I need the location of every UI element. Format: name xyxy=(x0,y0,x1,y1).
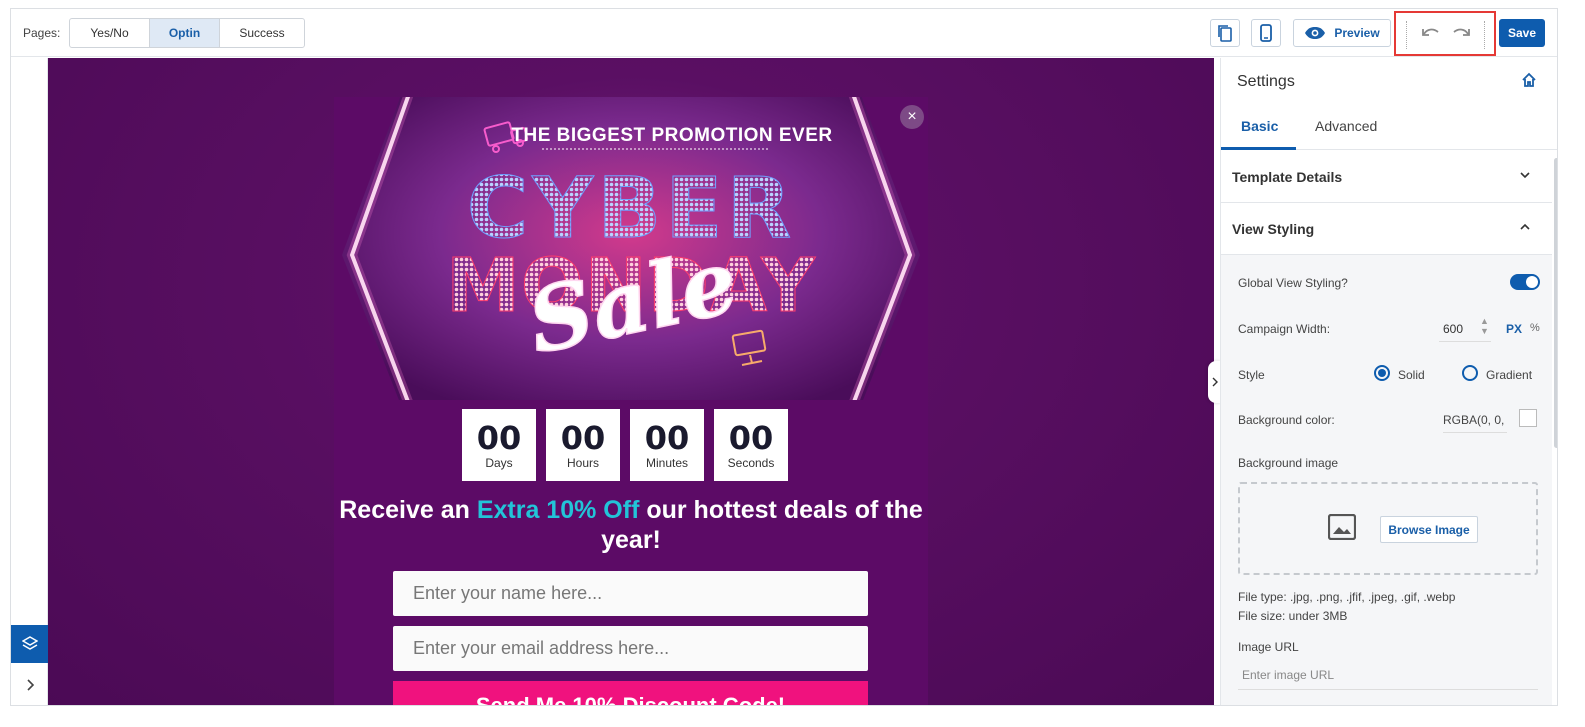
headline-accent: Extra 10% Off xyxy=(476,496,640,524)
accordion-title: Template Details xyxy=(1232,169,1343,185)
tab-basic[interactable]: Basic xyxy=(1241,118,1278,134)
copy-pages-button[interactable] xyxy=(1210,19,1240,47)
countdown-timer: 00 Days 00 Hours 00 Minutes 00 Seconds xyxy=(462,409,788,481)
chevron-up-icon xyxy=(1520,223,1530,230)
image-url-input[interactable]: Enter image URL xyxy=(1238,660,1538,690)
image-url-label: Image URL xyxy=(1238,640,1299,654)
settings-tabs: Basic Advanced xyxy=(1221,106,1557,150)
page-tab-optin[interactable]: Optin xyxy=(150,19,220,47)
background-color-input[interactable]: RGBA(0, 0, 0 xyxy=(1443,407,1507,433)
countdown-value: 00 xyxy=(644,418,690,457)
image-placeholder-icon xyxy=(1328,514,1356,540)
style-label: Style xyxy=(1238,368,1265,382)
chevron-right-icon xyxy=(1212,377,1218,387)
left-rail xyxy=(11,58,48,705)
chevron-down-icon xyxy=(1520,172,1530,179)
background-image-label: Background image xyxy=(1238,456,1339,470)
headline-pre: Receive an xyxy=(339,496,477,524)
settings-title: Settings xyxy=(1237,73,1295,90)
file-size-hint: File size: under 3MB xyxy=(1238,609,1348,623)
stepper-down-icon[interactable]: ▼ xyxy=(1480,326,1489,336)
countdown-days: 00 Days xyxy=(462,409,536,481)
stepper-up-icon[interactable]: ▲ xyxy=(1480,316,1489,326)
pages-label: Pages: xyxy=(23,26,61,40)
layers-button[interactable] xyxy=(11,625,48,663)
undo-icon[interactable] xyxy=(1420,24,1442,44)
divider xyxy=(1406,21,1407,49)
mobile-view-icon xyxy=(1260,24,1272,42)
global-view-styling-toggle[interactable] xyxy=(1510,274,1540,290)
accordion-template-details[interactable]: Template Details xyxy=(1221,151,1552,203)
name-field[interactable]: Enter your name here... xyxy=(393,571,868,616)
countdown-hours: 00 Hours xyxy=(546,409,620,481)
chevron-right-icon xyxy=(26,679,34,691)
hero-banner-image: THE BIGGEST PROMOTION EVER CYBER MONDAY … xyxy=(334,97,928,400)
countdown-value: 00 xyxy=(476,418,522,457)
style-solid-radio[interactable] xyxy=(1374,365,1390,381)
email-field[interactable]: Enter your email address here... xyxy=(393,626,868,671)
style-gradient-radio[interactable] xyxy=(1462,365,1478,381)
global-view-styling-label: Global View Styling? xyxy=(1238,276,1348,290)
hero-tagline: THE BIGGEST PROMOTION EVER xyxy=(511,125,832,146)
page-tabs: Yes/No Optin Success xyxy=(69,18,305,48)
settings-scrollbar[interactable] xyxy=(1554,158,1557,448)
countdown-label: Minutes xyxy=(645,455,689,470)
copy-pages-icon xyxy=(1218,25,1232,42)
browse-image-button[interactable]: Browse Image xyxy=(1380,516,1478,543)
campaign-width-stepper[interactable]: ▲ ▼ xyxy=(1480,316,1489,336)
unit-percent-option[interactable]: % xyxy=(1530,322,1540,334)
save-button[interactable]: Save xyxy=(1499,19,1545,47)
builder-frame: Pages: Yes/No Optin Success Preview Save… xyxy=(10,8,1558,706)
design-canvas[interactable]: THE BIGGEST PROMOTION EVER CYBER MONDAY … xyxy=(48,58,1214,705)
layers-icon xyxy=(21,636,38,650)
campaign-popup[interactable]: THE BIGGEST PROMOTION EVER CYBER MONDAY … xyxy=(334,97,928,705)
history-controls-highlight xyxy=(1394,11,1496,56)
active-tab-indicator xyxy=(1221,147,1296,150)
file-type-hint: File type: .jpg, .png, .jfif, .jpeg, .gi… xyxy=(1238,590,1456,604)
countdown-value: 00 xyxy=(728,418,774,457)
accordion-title: View Styling xyxy=(1232,221,1315,237)
redo-icon[interactable] xyxy=(1450,24,1472,44)
countdown-label: Hours xyxy=(566,455,599,470)
preview-button[interactable]: Preview xyxy=(1293,19,1391,47)
expand-rail-button[interactable] xyxy=(11,666,48,704)
campaign-width-label: Campaign Width: xyxy=(1238,322,1331,336)
countdown-label: Days xyxy=(485,455,513,470)
preview-label: Preview xyxy=(1334,26,1380,40)
unit-px-option[interactable]: PX xyxy=(1506,322,1522,336)
countdown-value: 00 xyxy=(560,418,606,457)
submit-discount-button[interactable]: Send Me 10% Discount Code! xyxy=(393,681,868,705)
background-color-swatch[interactable] xyxy=(1519,409,1537,427)
accordion-view-styling[interactable]: View Styling xyxy=(1221,203,1552,255)
style-gradient-label[interactable]: Gradient xyxy=(1486,368,1532,382)
page-tab-yes-no[interactable]: Yes/No xyxy=(70,19,150,47)
background-color-label: Background color: xyxy=(1238,413,1335,427)
settings-panel: Settings Basic Advanced Template Details… xyxy=(1220,58,1557,705)
background-image-dropzone[interactable]: Browse Image xyxy=(1238,482,1538,575)
divider xyxy=(1484,21,1485,49)
mobile-view-button[interactable] xyxy=(1251,19,1281,47)
headline-post: our hottest deals of the year! xyxy=(601,496,923,554)
style-solid-label[interactable]: Solid xyxy=(1398,368,1425,382)
countdown-minutes: 00 Minutes xyxy=(630,409,704,481)
popup-headline: Receive an Extra 10% Off our hottest dea… xyxy=(334,495,928,555)
tab-advanced[interactable]: Advanced xyxy=(1315,118,1377,134)
page-tab-success[interactable]: Success xyxy=(220,19,304,47)
home-icon[interactable] xyxy=(1521,72,1537,88)
close-popup-button[interactable]: × xyxy=(900,105,924,129)
countdown-seconds: 00 Seconds xyxy=(714,409,788,481)
countdown-label: Seconds xyxy=(727,455,775,470)
top-toolbar: Pages: Yes/No Optin Success Preview Save xyxy=(11,9,1557,57)
eye-icon xyxy=(1305,27,1326,39)
